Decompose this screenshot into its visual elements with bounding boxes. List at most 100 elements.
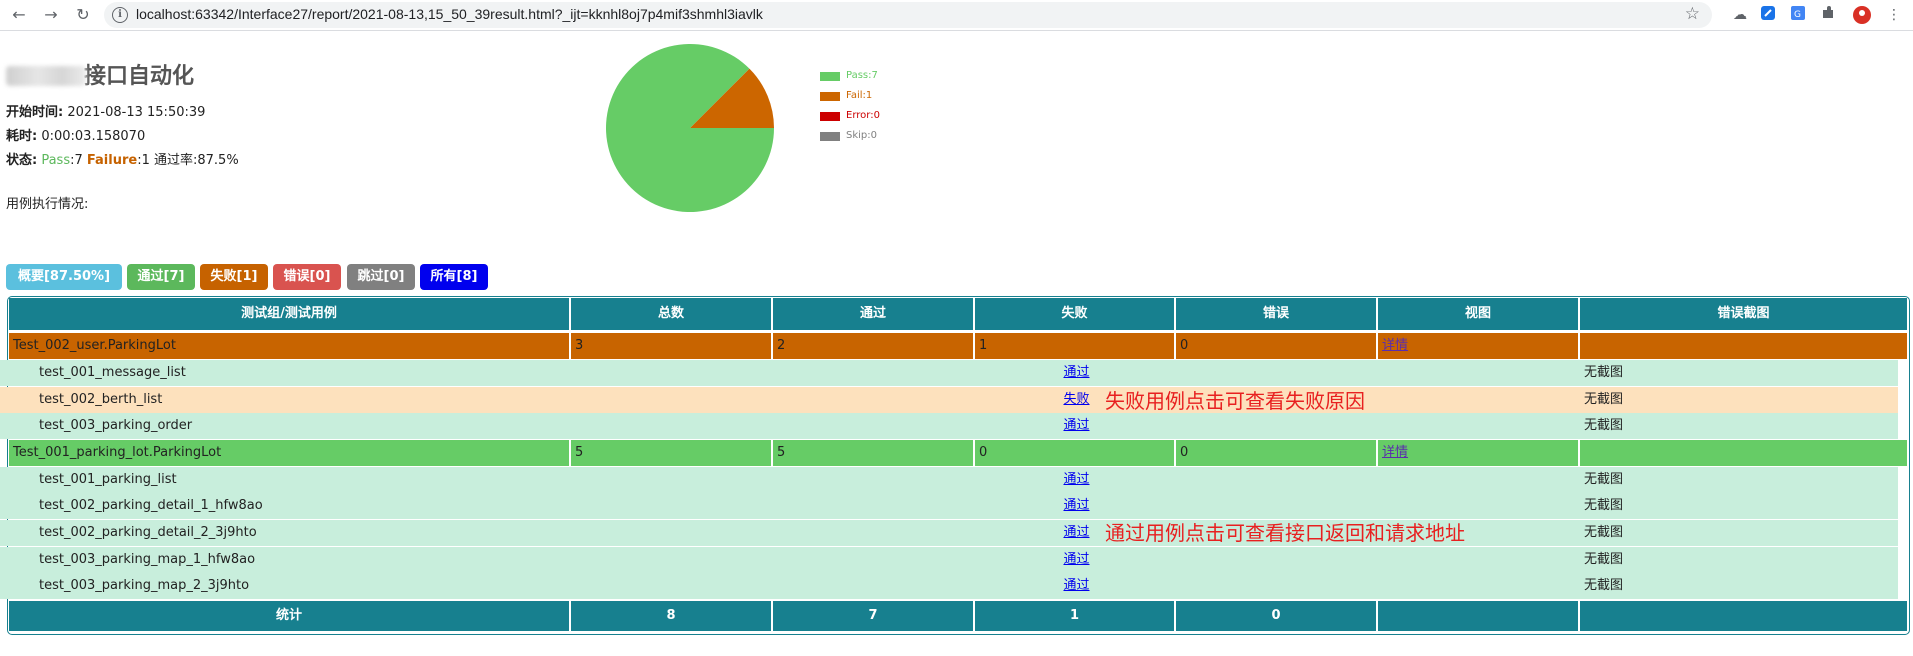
address-bar[interactable]: i localhost:63342/Interface27/report/202…: [104, 2, 1712, 28]
case-screenshot: 无截图: [1584, 551, 1624, 567]
case-status[interactable]: 通过: [571, 413, 1578, 439]
forward-icon[interactable]: →: [40, 4, 62, 26]
case-screenshot: 无截图: [1584, 365, 1624, 380]
fail-status-link[interactable]: 失败: [1063, 392, 1089, 407]
site-info-icon[interactable]: i: [112, 7, 128, 23]
pass-status-link[interactable]: 通过: [1063, 552, 1089, 567]
case-status[interactable]: 通过: [571, 360, 1578, 386]
group-pass-count: 5: [773, 439, 973, 466]
filter-button[interactable]: 错误[0]: [273, 264, 341, 290]
case-name: test_003_parking_order: [39, 418, 193, 434]
filter-button[interactable]: 所有[8]: [420, 264, 488, 290]
case-name: test_002_parking_detail_1_hfw8ao: [39, 498, 263, 514]
case-name: test_001_message_list: [39, 365, 186, 380]
status-summary: 状态: Pass:7 Failure:1 通过率:87.5%: [6, 149, 239, 168]
filter-button[interactable]: 通过[7]: [127, 264, 195, 290]
legend-label: Pass:7: [846, 70, 878, 81]
column-header: 失败: [975, 298, 1174, 330]
column-header: 测试组/测试用例: [9, 298, 569, 330]
case-screenshot: 无截图: [1584, 471, 1624, 487]
group-name: Test_001_parking_lot.ParkingLot: [9, 439, 569, 466]
extension-cloud-icon[interactable]: ☁: [1730, 5, 1750, 25]
case-status[interactable]: 通过: [571, 467, 1578, 493]
duration-value: 0:00:03.158070: [37, 129, 146, 144]
url-text[interactable]: localhost:63342/Interface27/report/2021-…: [136, 6, 763, 22]
detail-link[interactable]: 详情: [1382, 445, 1408, 460]
detail-link[interactable]: 详情: [1382, 338, 1408, 353]
bookmark-star-icon[interactable]: ☆: [1685, 4, 1700, 24]
pass-status-link[interactable]: 通过: [1063, 418, 1089, 433]
status-pass-rate: 通过率:87.5%: [154, 153, 239, 168]
group-screenshot: [1580, 439, 1907, 466]
status-fail-label: Failure: [86, 153, 138, 168]
case-screenshot: 无截图: [1584, 525, 1624, 540]
extension-blue-icon[interactable]: [1758, 5, 1778, 25]
totals-error: 0: [1176, 601, 1376, 631]
case-name: test_003_parking_map_1_hfw8ao: [39, 551, 256, 567]
group-error-count: 0: [1176, 333, 1376, 359]
pass-status-link[interactable]: 通过: [1063, 472, 1089, 487]
case-screenshot: 无截图: [1584, 391, 1624, 407]
totals-screenshot: [1580, 601, 1907, 631]
case-row: test_001_message_list 通过 无截图: [0, 360, 1898, 386]
group-screenshot: [1580, 333, 1907, 359]
case-screenshot: 无截图: [1584, 578, 1624, 594]
filter-button[interactable]: 概要[87.50%]: [6, 264, 122, 290]
back-icon[interactable]: ←: [8, 4, 30, 26]
case-status[interactable]: 失败: [571, 387, 1578, 413]
extensions-puzzle-icon[interactable]: [1818, 5, 1838, 25]
case-name: test_002_parking_detail_2_3j9hto: [39, 525, 257, 540]
start-time-label: 开始时间:: [6, 105, 64, 120]
svg-text:G: G: [1794, 10, 1801, 20]
table-header-row: 测试组/测试用例 总数 通过 失败 错误 视图 错误截图: [0, 298, 1907, 330]
pass-status-link[interactable]: 通过: [1063, 498, 1089, 513]
group-row: Test_001_parking_lot.ParkingLot 5 5 0 0 详情: [0, 439, 1907, 466]
case-screenshot: 无截图: [1584, 498, 1624, 514]
case-execution-label: 用例执行情况:: [6, 197, 89, 212]
fail-annotation: 失败用例点击可查看失败原因: [1105, 389, 1365, 413]
legend-swatch: [820, 112, 840, 121]
status-fail-value: :1: [137, 153, 154, 168]
group-name: Test_002_user.ParkingLot: [9, 333, 569, 359]
column-header: 错误: [1176, 298, 1376, 330]
start-time: 开始时间: 2021-08-13 15:50:39: [6, 101, 205, 120]
legend-label: Skip:0: [846, 130, 877, 141]
case-status[interactable]: 通过: [571, 547, 1578, 573]
totals-total: 8: [571, 601, 771, 631]
legend-label: Error:0: [846, 110, 880, 121]
pass-annotation: 通过用例点击可查看接口返回和请求地址: [1105, 521, 1465, 545]
group-view[interactable]: 详情: [1378, 439, 1578, 466]
filter-button[interactable]: 跳过[0]: [347, 264, 415, 290]
case-row: test_001_parking_list 通过 无截图: [0, 466, 1898, 493]
pass-status-link[interactable]: 通过: [1063, 525, 1089, 540]
case-row: test_002_parking_detail_1_hfw8ao 通过 无截图: [0, 493, 1898, 520]
redacted-title-prefix: [6, 66, 86, 86]
group-fail-count: 1: [975, 333, 1174, 359]
pass-status-link[interactable]: 通过: [1063, 365, 1089, 380]
case-row: test_003_parking_order 通过 无截图: [0, 413, 1898, 440]
case-name: test_003_parking_map_2_3j9hto: [39, 578, 250, 594]
case-row: test_002_parking_detail_2_3j9hto 通过 无截图: [0, 520, 1898, 546]
browser-toolbar: ← → ↻ i localhost:63342/Interface27/repo…: [0, 0, 1913, 31]
filter-button[interactable]: 失败[1]: [200, 264, 268, 290]
profile-avatar-icon[interactable]: [1852, 5, 1872, 25]
case-name: test_002_berth_list: [39, 391, 163, 407]
totals-pass: 7: [773, 601, 973, 631]
column-header: 总数: [571, 298, 771, 330]
pass-status-link[interactable]: 通过: [1063, 578, 1089, 593]
group-view[interactable]: 详情: [1378, 333, 1578, 359]
translate-icon[interactable]: G: [1788, 5, 1808, 25]
case-status[interactable]: 通过: [571, 573, 1578, 599]
menu-dots-icon[interactable]: ⋮: [1884, 5, 1904, 25]
legend-swatch: [820, 72, 840, 81]
legend-swatch: [820, 132, 840, 141]
column-header: 通过: [773, 298, 973, 330]
group-pass-count: 2: [773, 333, 973, 359]
case-status[interactable]: 通过: [571, 493, 1578, 519]
reload-icon[interactable]: ↻: [72, 4, 94, 26]
legend-swatch: [820, 92, 840, 101]
column-header: 视图: [1378, 298, 1578, 330]
duration: 耗时: 0:00:03.158070: [6, 125, 145, 144]
group-fail-count: 0: [975, 439, 1174, 466]
totals-view: [1378, 601, 1578, 631]
